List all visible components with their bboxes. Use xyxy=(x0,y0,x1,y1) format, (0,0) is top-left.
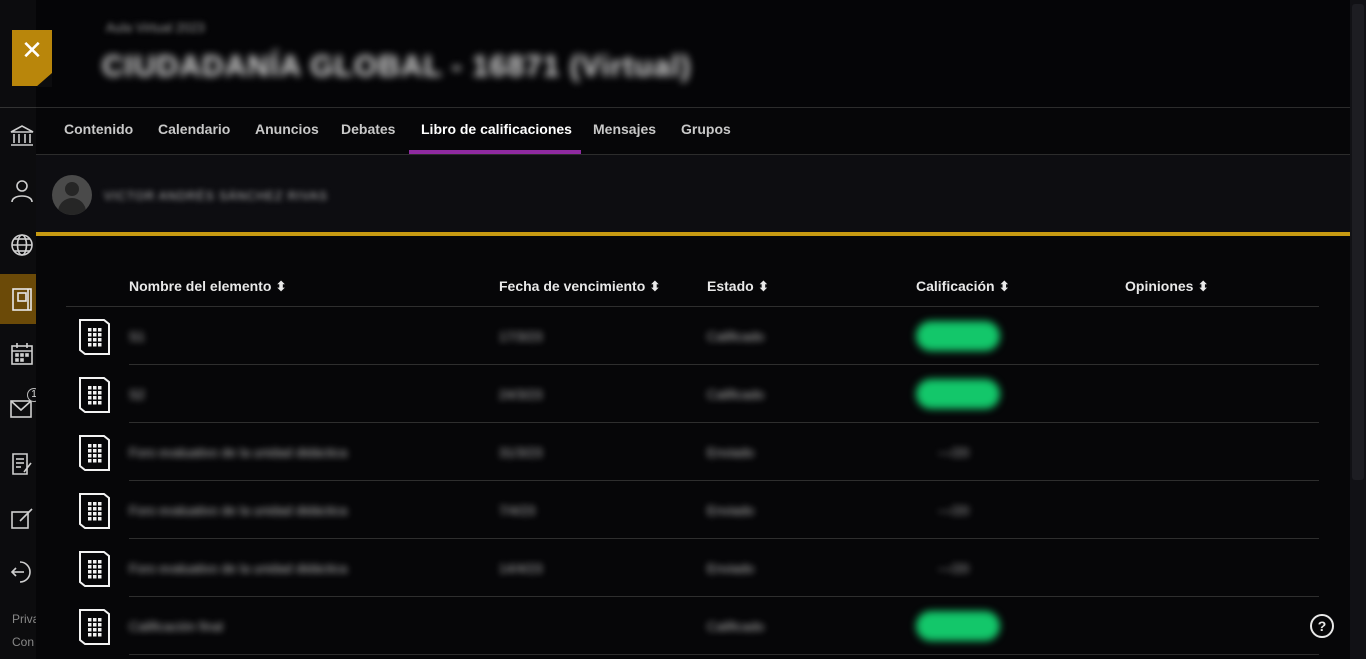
item-status: Enviado xyxy=(707,503,754,518)
tab-anuncios[interactable]: Anuncios xyxy=(255,121,319,137)
grades-list-icon[interactable] xyxy=(8,450,36,478)
institution-icon[interactable] xyxy=(8,122,36,150)
column-header-name[interactable]: Nombre del elemento ⬍ xyxy=(129,278,287,295)
grade-pill[interactable] xyxy=(916,321,1000,351)
scrollbar-thumb[interactable] xyxy=(1352,4,1364,480)
rail-divider xyxy=(0,107,36,108)
course-header: Aula Virtual 2023 CIUDADANÍA GLOBAL - 16… xyxy=(36,0,1350,107)
item-name[interactable]: Foro evaluativo de la unidad didáctica xyxy=(129,503,347,518)
left-navigation-rail: 1 Priva Con xyxy=(0,0,41,659)
due-date: 31/3/23 xyxy=(499,445,543,460)
globe-icon[interactable] xyxy=(8,231,36,259)
assignment-icon xyxy=(76,318,112,356)
item-status: Calificado xyxy=(707,619,765,634)
tab-grupos[interactable]: Grupos xyxy=(681,121,731,137)
table-row[interactable]: S2 24/3/23 Calificado xyxy=(66,365,1319,423)
help-button[interactable]: ? xyxy=(1309,613,1335,639)
student-name: VICTOR ANDRÉS SÁNCHEZ RIVAS xyxy=(104,189,328,203)
tab-calendario[interactable]: Calendario xyxy=(158,121,230,137)
assignment-icon xyxy=(76,434,112,472)
calendar-icon[interactable] xyxy=(8,340,36,368)
item-name[interactable]: S1 xyxy=(129,329,145,344)
item-name[interactable]: S2 xyxy=(129,387,145,402)
terms-link[interactable]: Con xyxy=(12,635,34,649)
avatar xyxy=(52,175,92,215)
avatar-head xyxy=(65,182,79,196)
column-header-due-date[interactable]: Fecha de vencimiento ⬍ xyxy=(499,278,661,295)
gradebook-icon[interactable] xyxy=(8,285,36,313)
grades-table: Nombre del elemento ⬍ Fecha de vencimien… xyxy=(36,236,1350,659)
table-row[interactable]: Foro evaluativo de la unidad didáctica 7/… xyxy=(66,481,1319,539)
tab-mensajes[interactable]: Mensajes xyxy=(593,121,656,137)
close-icon[interactable]: ✕ xyxy=(12,34,52,66)
avatar-body xyxy=(58,198,86,215)
item-name[interactable]: Calificación final xyxy=(129,619,223,634)
grade-pill[interactable] xyxy=(916,611,1000,641)
item-status: Enviado xyxy=(707,561,754,576)
due-date: 7/4/23 xyxy=(499,503,536,518)
sign-out-icon[interactable] xyxy=(8,558,36,586)
column-header-grade[interactable]: Calificación ⬍ xyxy=(916,278,1010,295)
help-icon[interactable]: ? xyxy=(1309,613,1335,639)
tab-contenido[interactable]: Contenido xyxy=(64,121,133,137)
grade-value: —/20 xyxy=(938,503,970,518)
item-name[interactable]: Foro evaluativo de la unidad didáctica xyxy=(129,445,347,460)
item-status: Enviado xyxy=(707,445,754,460)
item-name[interactable]: Foro evaluativo de la unidad didáctica xyxy=(129,561,347,576)
course-code: Aula Virtual 2023 xyxy=(106,20,205,35)
table-row[interactable]: Calificación final Calificado xyxy=(66,597,1319,655)
due-date: 14/4/23 xyxy=(499,561,543,576)
item-status: Calificado xyxy=(707,329,765,344)
tab-libro-de-calificaciones[interactable]: Libro de calificaciones xyxy=(421,121,572,137)
close-course-button[interactable]: ✕ xyxy=(12,30,52,87)
assignment-icon xyxy=(76,376,112,414)
edit-icon[interactable] xyxy=(8,504,36,532)
table-row[interactable]: Foro evaluativo de la unidad didáctica 31… xyxy=(66,423,1319,481)
active-tab-underline xyxy=(409,150,581,154)
svg-text:?: ? xyxy=(1318,618,1327,634)
assignment-icon xyxy=(76,492,112,530)
profile-icon[interactable] xyxy=(8,177,36,205)
column-header-status[interactable]: Estado ⬍ xyxy=(707,278,769,295)
grade-value: —/20 xyxy=(938,561,970,576)
assignment-icon xyxy=(76,550,112,588)
table-row[interactable]: S1 17/3/23 Calificado xyxy=(66,307,1319,365)
item-status: Calificado xyxy=(707,387,765,402)
due-date: 24/3/23 xyxy=(499,387,543,402)
column-header-feedback[interactable]: Opiniones ⬍ xyxy=(1125,278,1209,295)
table-row[interactable]: Foro evaluativo de la unidad didáctica 14… xyxy=(66,539,1319,597)
student-bar: VICTOR ANDRÉS SÁNCHEZ RIVAS xyxy=(36,155,1350,233)
course-tabs: Contenido Calendario Anuncios Debates Li… xyxy=(36,107,1350,155)
tab-debates[interactable]: Debates xyxy=(341,121,395,137)
course-title: CIUDADANÍA GLOBAL - 16871 (Virtual) xyxy=(102,50,692,83)
assignment-icon xyxy=(76,608,112,646)
row-divider xyxy=(129,654,1319,655)
grade-value: —/20 xyxy=(938,445,970,460)
due-date: 17/3/23 xyxy=(499,329,543,344)
grade-pill[interactable] xyxy=(916,379,1000,409)
